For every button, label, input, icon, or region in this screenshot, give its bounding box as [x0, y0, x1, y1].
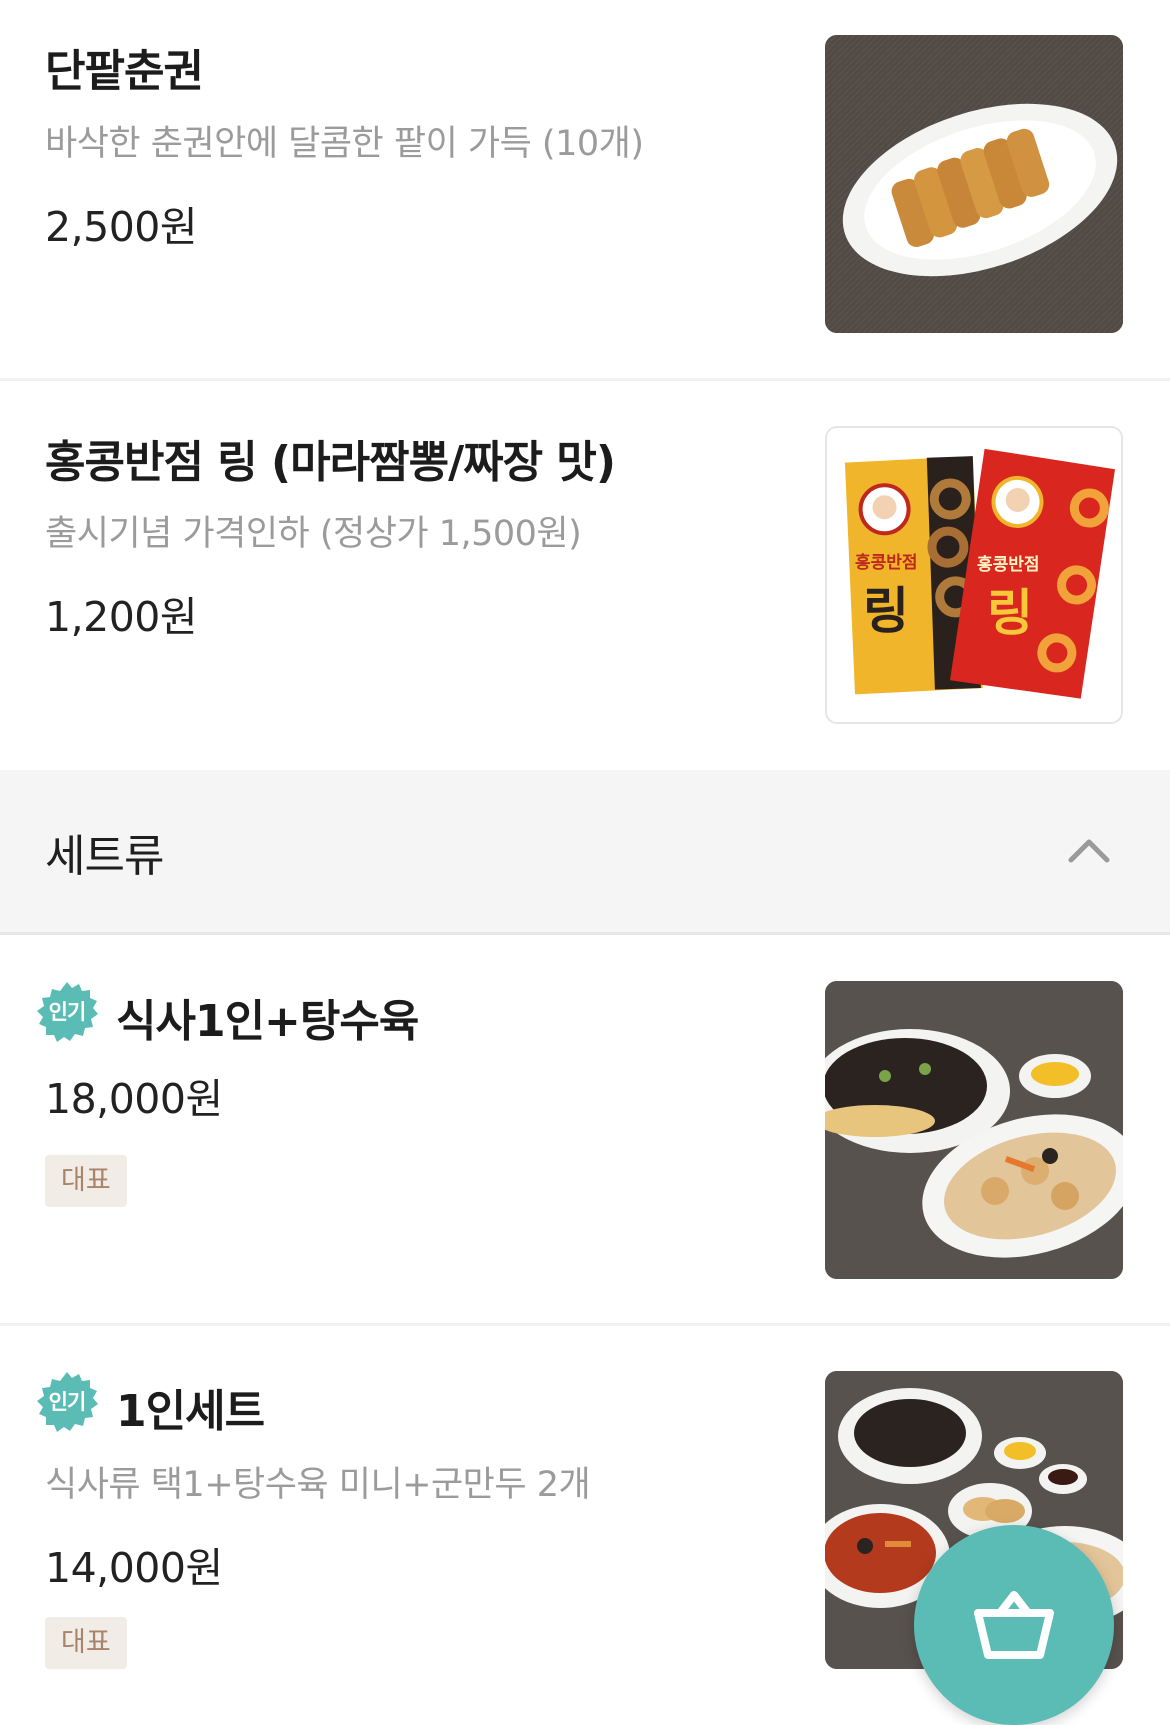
package-product-left: 링	[863, 582, 909, 640]
menu-item-price: 14,000원	[45, 1544, 223, 1592]
signature-tag: 대표	[45, 1155, 127, 1207]
menu-item-description: 식사류 택1+탕수육 미니+군만두 2개	[45, 1465, 591, 1505]
package-brand-right: 홍콩반점	[977, 554, 1040, 575]
menu-item-ring-snack[interactable]: 홍콩반점 링 (마라짬뽕/짜장 맛) 출시기념 가격인하 (정상가 1,500원…	[0, 381, 1170, 770]
menu-item-name: 1인세트	[116, 1386, 265, 1437]
menu-item-danpat-chungwon[interactable]: 단팥춘권 바삭한 춘권안에 달콤한 팥이 가득 (10개) 2,500원	[0, 0, 1170, 378]
menu-item-description: 출시기념 가격인하 (정상가 1,500원)	[45, 514, 582, 554]
spring-rolls-photo	[825, 35, 1123, 333]
popular-badge: 인기	[35, 980, 99, 1044]
package-product-right: 링	[987, 584, 1033, 642]
menu-item-meal-tangsuyuk[interactable]: 인기 식사1인+탕수육 18,000원 대표	[0, 935, 1170, 1323]
menu-item-name: 식사1인+탕수육	[116, 996, 419, 1047]
menu-item-price: 2,500원	[45, 203, 198, 251]
menu-item-price: 1,200원	[45, 593, 198, 641]
section-title: 세트류	[45, 831, 164, 882]
menu-item-name: 홍콩반점 링 (마라짬뽕/짜장 맛)	[45, 437, 616, 488]
ring-snack-photo: 홍콩반점 링 홍콩반점 링	[825, 426, 1123, 724]
menu-item-name: 단팥춘권	[45, 46, 204, 97]
signature-tag: 대표	[45, 1617, 127, 1669]
popular-badge-label: 인기	[48, 1000, 87, 1024]
popular-badge: 인기	[35, 1370, 99, 1434]
package-brand-left: 홍콩반점	[855, 552, 918, 573]
chevron-up-icon	[1068, 839, 1110, 863]
basket-icon	[974, 1591, 1054, 1659]
cart-button[interactable]	[914, 1525, 1114, 1725]
jjajang-tangsuyuk-photo	[825, 981, 1123, 1279]
menu-item-price: 18,000원	[45, 1075, 223, 1123]
menu-item-description: 바삭한 춘권안에 달콤한 팥이 가득 (10개)	[45, 124, 644, 164]
section-header-set-menu[interactable]: 세트류	[0, 770, 1170, 935]
popular-badge-label: 인기	[48, 1390, 87, 1414]
